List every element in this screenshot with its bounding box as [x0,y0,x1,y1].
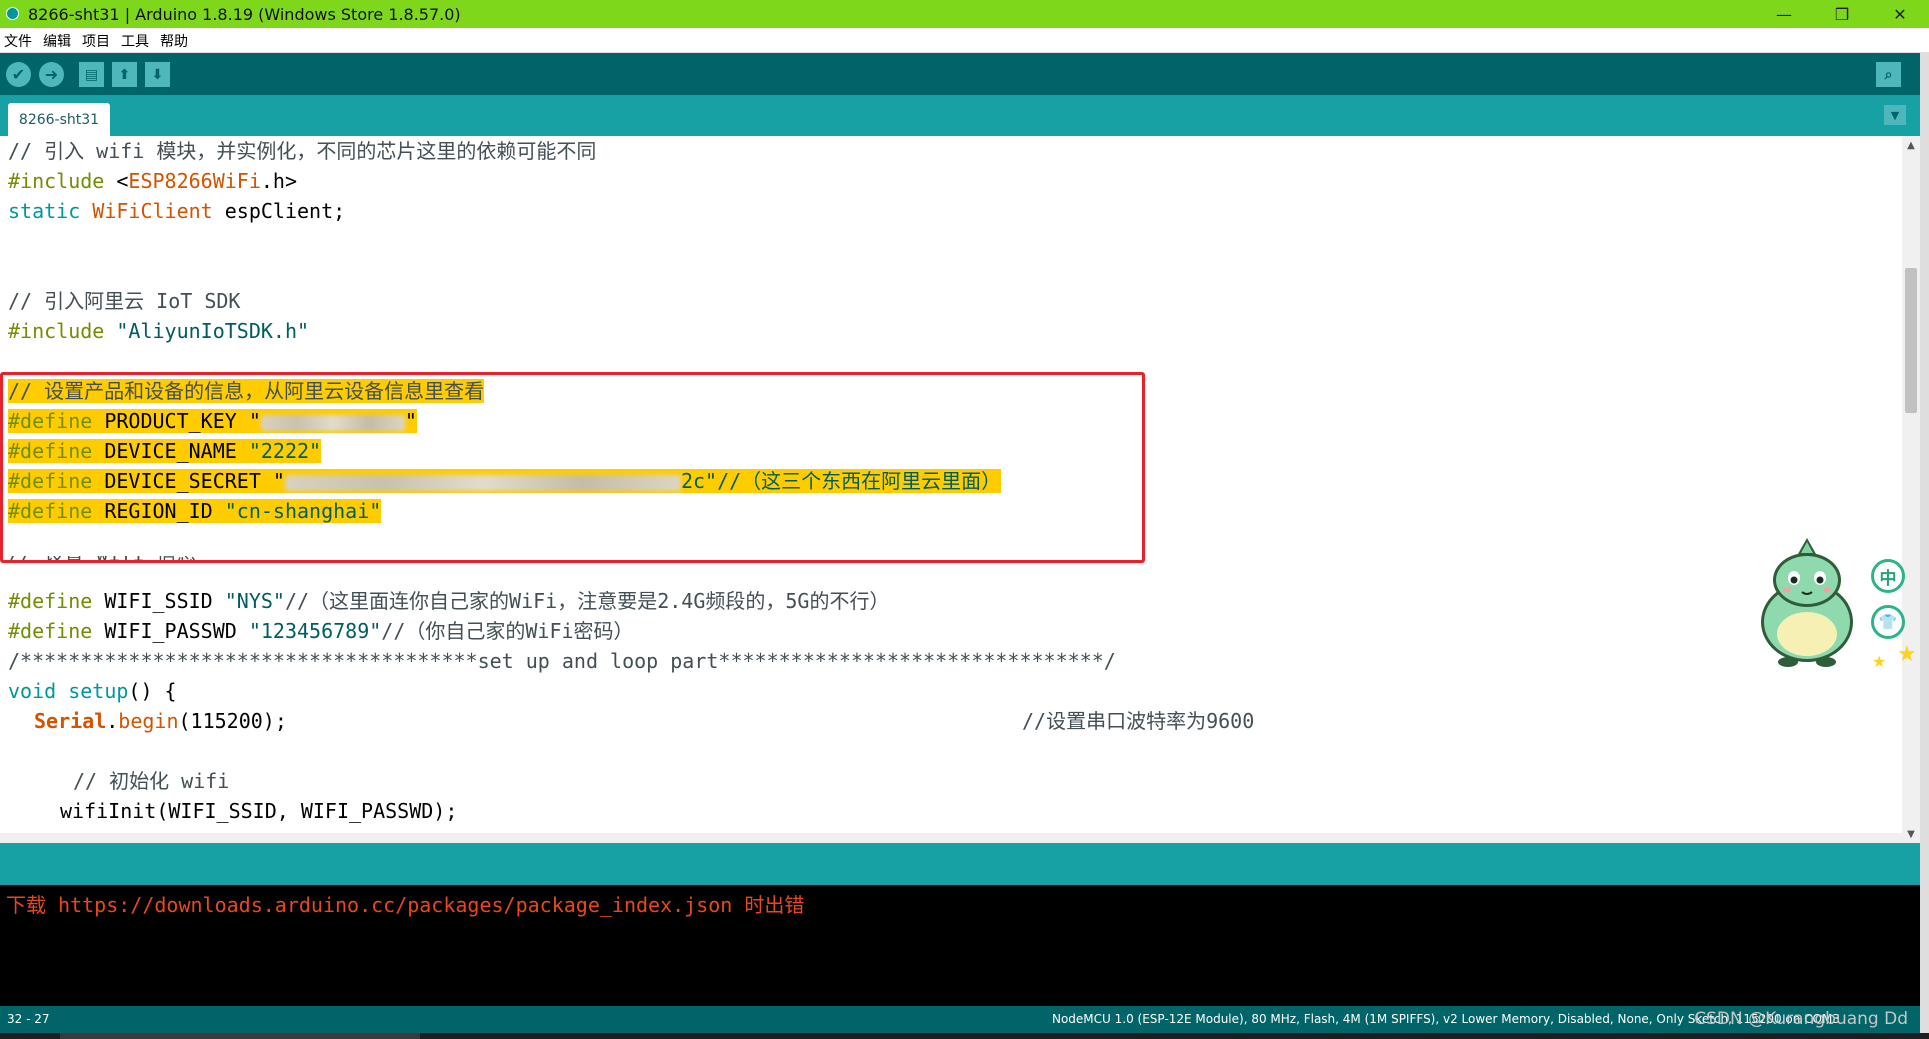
toolbar: ✔ ➜ ▤ ⬆ ⬇ ⌕ [0,53,1920,95]
minimize-button[interactable]: — [1755,0,1813,28]
menu-help[interactable]: 帮助 [160,31,188,51]
arrow-down-icon: ⬇ [151,66,164,83]
arrow-up-icon: ⬆ [118,66,131,83]
code-comment-baud: //设置串口波特率为9600 [1022,709,1255,733]
code-line: static WiFiClient espClient; [8,199,346,223]
shirt-icon: 👕 [1878,613,1898,631]
new-file-icon: ▤ [84,66,99,83]
annotation-box [0,372,1145,563]
code-line: #include "AliyunIoTSDK.h" [8,319,310,343]
vertical-scrollbar[interactable]: ▲ ▼ [1902,136,1920,843]
chevron-down-icon[interactable]: ▼ [1902,825,1920,843]
star-icon: ★ [1872,652,1887,671]
code-line: void setup() { [8,679,177,703]
watermark: CSDN @Kurangbuang Dd [1694,1009,1908,1029]
maximize-button[interactable]: ❒ [1813,0,1871,28]
star-icon: ★ [1897,642,1917,667]
code-line: // 初始化 wifi [73,769,230,793]
arduino-app-icon [6,7,19,20]
scrollbar-thumb[interactable] [1905,268,1917,413]
chevron-up-icon[interactable]: ▲ [1902,136,1920,154]
console-output: 下载 https://downloads.arduino.cc/packages… [0,885,1920,1006]
tab-menu-button[interactable]: ▼ [1884,105,1906,125]
menu-file[interactable]: 文件 [4,31,32,51]
code-line: wifiInit(WIFI_SSID, WIFI_PASSWD); [60,799,458,823]
menu-tools[interactable]: 工具 [121,31,149,51]
code-line: #define WIFI_SSID "NYS"//（这里面连你自己家的WiFi，… [8,589,890,613]
ime-chinese-toggle[interactable]: 中 [1871,559,1905,593]
message-area [0,843,1920,885]
code-line: /**************************************s… [8,649,1116,673]
tab-8266-sht31[interactable]: 8266-sht31 [8,103,110,136]
close-button[interactable]: ✕ [1871,0,1929,28]
open-button[interactable]: ⬆ [112,62,137,87]
horizontal-scrollbar[interactable] [0,833,1902,843]
save-button[interactable]: ⬇ [145,62,170,87]
console-error-line: 下载 https://downloads.arduino.cc/packages… [6,893,805,917]
arrow-right-icon: ➜ [44,65,59,84]
taskbar [0,1033,1929,1039]
check-icon: ✔ [11,65,26,84]
status-bar: 32 - 27 NodeMCU 1.0 (ESP-12E Module), 80… [0,1006,1920,1033]
window-title: 8266-sht31 | Arduino 1.8.19 (Windows Sto… [28,5,461,24]
menu-edit[interactable]: 编辑 [43,31,71,51]
chevron-down-icon: ▼ [1890,108,1900,122]
new-button[interactable]: ▤ [79,62,104,87]
code-line: // 引入阿里云 IoT SDK [8,289,241,313]
window-edge [1920,53,1929,1039]
code-line: // 引入 wifi 模块，并实例化，不同的芯片这里的依赖可能不同 [8,139,597,163]
upload-button[interactable]: ➜ [39,62,64,87]
serial-monitor-button[interactable]: ⌕ [1876,62,1901,87]
cursor-position: 32 - 27 [7,1012,50,1026]
magnifier-icon: ⌕ [1884,66,1893,83]
code-line: #include <ESP8266WiFi.h> [8,169,297,193]
verify-button[interactable]: ✔ [6,62,31,87]
menu-sketch[interactable]: 项目 [82,31,110,51]
tab-bar: 8266-sht31 ▼ [0,95,1920,136]
dinosaur-mascot-icon[interactable] [1756,536,1858,668]
title-bar: 8266-sht31 | Arduino 1.8.19 (Windows Sto… [0,0,1929,28]
menu-bar: 文件 编辑 项目 工具 帮助 [0,28,1929,53]
code-line: #define WIFI_PASSWD "123456789"//（你自己家的W… [8,619,634,643]
code-editor[interactable]: // 引入 wifi 模块，并实例化，不同的芯片这里的依赖可能不同 #inclu… [0,136,1902,843]
ime-skin-button[interactable]: 👕 [1871,605,1905,639]
